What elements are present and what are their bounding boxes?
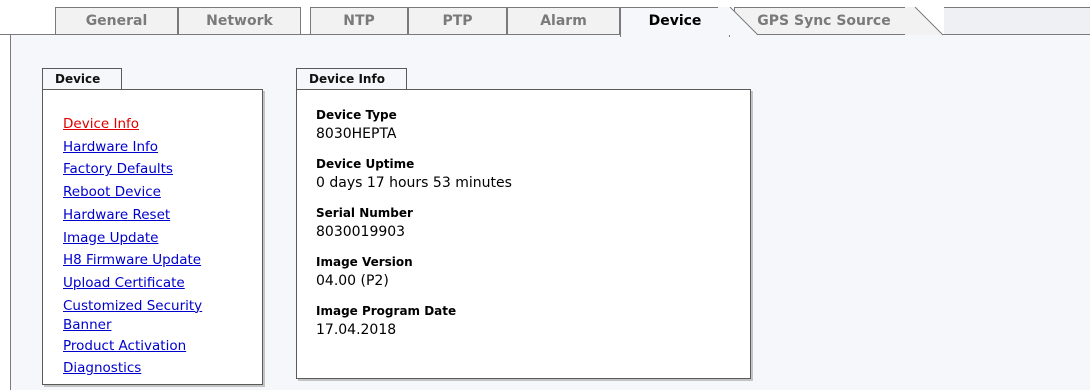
device-info-list: Device Type 8030HEPTA Device Uptime 0 da…	[297, 90, 750, 340]
device-menu-panel: Device Info Hardware Info Factory Defaul…	[42, 89, 263, 385]
tab-gps-slant	[905, 7, 944, 36]
image-program-date-label: Image Program Date	[316, 304, 457, 318]
content-area: Device Device Info Hardware Info Factory…	[10, 35, 1090, 390]
tab-general[interactable]: General	[55, 7, 178, 35]
device-menu: Device Info Hardware Info Factory Defaul…	[43, 90, 262, 380]
tab-alarm[interactable]: Alarm	[507, 7, 620, 35]
serial-number-value: 8030019903	[316, 224, 406, 240]
menu-image-update[interactable]: Image Update	[63, 227, 262, 250]
device-uptime-value: 0 days 17 hours 53 minutes	[316, 175, 512, 191]
menu-product-activation[interactable]: Product Activation	[63, 335, 262, 358]
image-version-value: 04.00 (P2)	[316, 273, 389, 289]
tab-device-slant	[718, 7, 759, 36]
menu-customized-security-banner[interactable]: Customized Security	[63, 295, 262, 316]
menu-hardware-info[interactable]: Hardware Info	[63, 136, 262, 159]
menu-upload-certificate[interactable]: Upload Certificate	[63, 272, 262, 295]
device-info-panel: Device Type 8030HEPTA Device Uptime 0 da…	[296, 89, 751, 379]
image-program-date-value: 17.04.2018	[316, 322, 397, 338]
menu-diagnostics[interactable]: Diagnostics	[63, 357, 262, 380]
serial-number-label: Serial Number	[316, 206, 413, 220]
tab-ntp[interactable]: NTP	[310, 7, 408, 35]
tab-device[interactable]: Device	[620, 7, 730, 37]
info-panel-title: Device Info	[296, 68, 407, 90]
tab-network[interactable]: Network	[178, 7, 301, 35]
menu-reboot-device[interactable]: Reboot Device	[63, 181, 262, 204]
device-type-label: Device Type	[316, 108, 397, 122]
tab-ptp[interactable]: PTP	[408, 7, 507, 35]
tab-bar-empty-area	[944, 8, 1090, 34]
device-panel-title: Device	[42, 68, 122, 90]
top-tab-bar: General Network NTP PTP Alarm Device GPS…	[0, 0, 1090, 37]
menu-hardware-reset[interactable]: Hardware Reset	[63, 204, 262, 227]
menu-customized-security-banner-line2[interactable]: Banner	[63, 316, 262, 335]
device-uptime-label: Device Uptime	[316, 157, 415, 171]
device-type-value: 8030HEPTA	[316, 126, 397, 142]
image-version-label: Image Version	[316, 255, 413, 269]
menu-h8-firmware-update[interactable]: H8 Firmware Update	[63, 249, 262, 272]
menu-device-info[interactable]: Device Info	[63, 113, 262, 136]
menu-factory-defaults[interactable]: Factory Defaults	[63, 158, 262, 181]
